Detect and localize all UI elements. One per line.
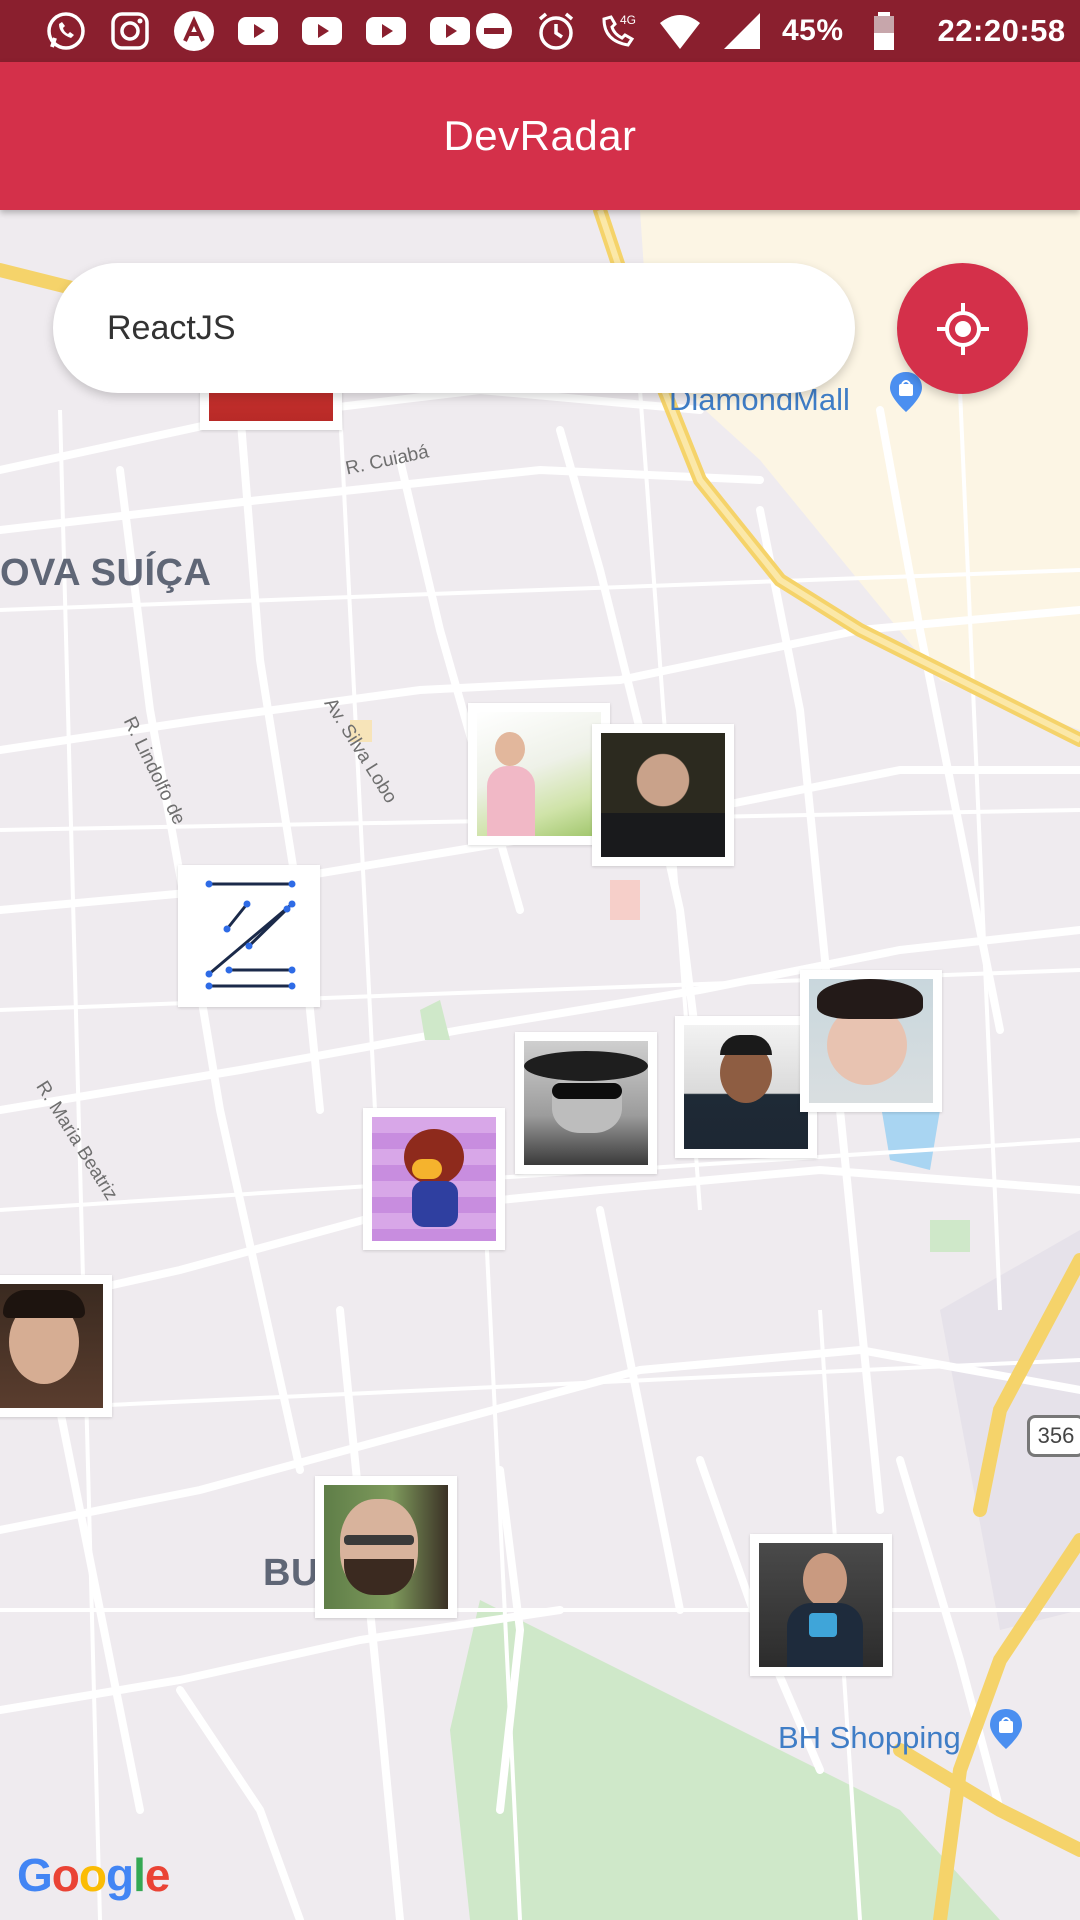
avatar xyxy=(524,1041,648,1165)
battery-percentage: 45% xyxy=(782,14,844,47)
gps-locate-icon xyxy=(936,302,989,355)
app-icon xyxy=(172,9,216,53)
whatsapp-icon xyxy=(44,9,88,53)
avatar xyxy=(601,733,725,857)
status-bar: 4G 45% 22:20:58 xyxy=(0,0,1080,62)
google-attribution-logo: Google xyxy=(17,1849,170,1901)
dev-marker[interactable] xyxy=(363,1108,505,1250)
poi-label-bh-shopping[interactable]: BH Shopping xyxy=(778,1720,961,1756)
do-not-disturb-icon xyxy=(472,9,516,53)
avatar xyxy=(809,979,933,1103)
youtube-icon xyxy=(364,9,408,53)
youtube-icon xyxy=(236,9,280,53)
dev-marker[interactable] xyxy=(315,1476,457,1618)
dev-marker[interactable] xyxy=(800,970,942,1112)
avatar xyxy=(187,874,311,998)
locate-button[interactable] xyxy=(897,263,1028,394)
svg-text:4G: 4G xyxy=(620,13,636,27)
wifi-icon xyxy=(658,9,702,53)
avatar xyxy=(372,1117,496,1241)
search-bar[interactable] xyxy=(53,263,855,393)
instagram-icon xyxy=(108,9,152,53)
map-view[interactable]: OVA SUÍÇA BURITIS R. Cuiabá Av. Silva Lo… xyxy=(0,210,1080,1920)
signal-icon xyxy=(720,9,764,53)
dev-marker[interactable] xyxy=(675,1016,817,1158)
youtube-icon xyxy=(428,9,472,53)
dev-marker[interactable] xyxy=(515,1032,657,1174)
dev-marker[interactable] xyxy=(0,1275,112,1417)
avatar xyxy=(759,1543,883,1667)
avatar xyxy=(477,712,601,836)
dev-marker[interactable] xyxy=(592,724,734,866)
dev-marker[interactable] xyxy=(468,703,610,845)
search-input[interactable] xyxy=(105,307,855,349)
dev-marker[interactable] xyxy=(178,865,320,1007)
avatar xyxy=(324,1485,448,1609)
highway-shield: 356 xyxy=(1027,1415,1080,1457)
battery-icon xyxy=(862,9,906,53)
clock: 22:20:58 xyxy=(937,13,1066,48)
dev-marker[interactable] xyxy=(750,1534,892,1676)
avatar xyxy=(684,1025,808,1149)
app-bar: DevRadar xyxy=(0,62,1080,210)
map-label-nova-suica: OVA SUÍÇA xyxy=(0,552,212,594)
app-title: DevRadar xyxy=(443,112,637,159)
alarm-icon xyxy=(534,9,578,53)
volte-call-icon: 4G xyxy=(596,9,640,53)
youtube-icon xyxy=(300,9,344,53)
avatar xyxy=(0,1284,103,1408)
shopping-pin-icon[interactable] xyxy=(988,1707,1024,1751)
